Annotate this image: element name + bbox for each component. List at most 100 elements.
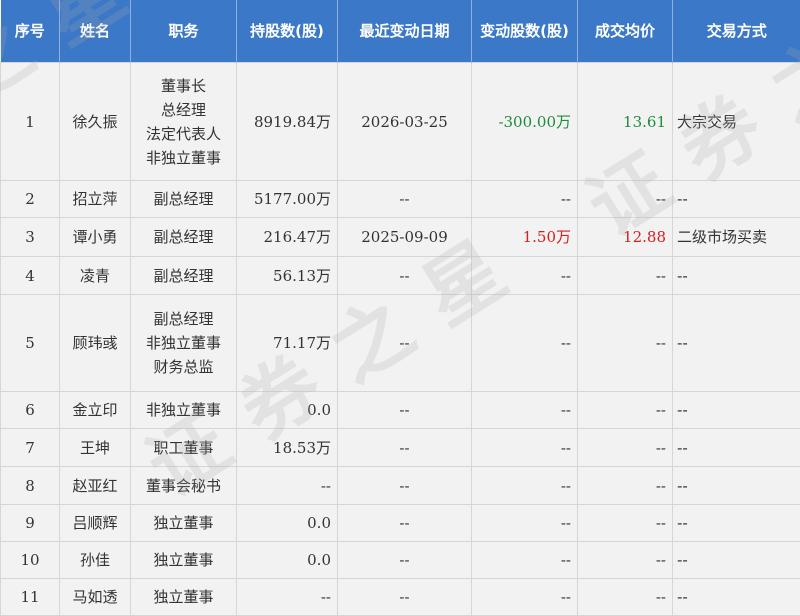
cell-method: -- — [673, 542, 800, 579]
table-row: 8赵亚红董事会秘书---------- — [1, 467, 800, 505]
cell-method: -- — [673, 467, 800, 505]
cell-seq: 8 — [1, 467, 60, 505]
cell-change-date: 2026-03-25 — [338, 63, 472, 181]
position-line: 非独立董事 — [135, 398, 232, 422]
table-row: 7王坤职工董事18.53万-------- — [1, 429, 800, 467]
cell-change-shares: -- — [472, 257, 578, 295]
table-header-row: 序号 姓名 职务 持股数(股) 最近变动日期 变动股数(股) 成交均价 交易方式 — [1, 0, 800, 63]
cell-seq: 11 — [1, 579, 60, 616]
cell-method: -- — [673, 257, 800, 295]
cell-name: 金立印 — [60, 392, 131, 429]
cell-method: -- — [673, 295, 800, 392]
cell-avg-price: -- — [578, 257, 673, 295]
cell-change-shares: -- — [472, 295, 578, 392]
cell-position: 独立董事 — [131, 505, 237, 542]
cell-avg-price: -- — [578, 295, 673, 392]
cell-change-date: 2025-09-09 — [338, 218, 472, 257]
cell-seq: 7 — [1, 429, 60, 467]
position-line: 副总经理 — [135, 264, 232, 288]
position-line: 独立董事 — [135, 585, 232, 609]
cell-position: 副总经理 — [131, 257, 237, 295]
cell-change-date: -- — [338, 542, 472, 579]
cell-change-date: -- — [338, 429, 472, 467]
cell-seq: 5 — [1, 295, 60, 392]
cell-change-shares: -- — [472, 467, 578, 505]
position-line: 董事会秘书 — [135, 474, 232, 498]
position-line: 副总经理 — [135, 225, 232, 249]
cell-method: 二级市场买卖 — [673, 218, 800, 257]
cell-position: 副总经理 — [131, 218, 237, 257]
table-row: 1徐久振董事长总经理法定代表人非独立董事8919.84万2026-03-25-3… — [1, 63, 800, 181]
header-change-date: 最近变动日期 — [338, 0, 472, 63]
cell-change-shares: -300.00万 — [472, 63, 578, 181]
table-row: 2招立萍副总经理5177.00万-------- — [1, 181, 800, 218]
header-avg-price: 成交均价 — [578, 0, 673, 63]
position-line: 独立董事 — [135, 548, 232, 572]
cell-position: 董事长总经理法定代表人非独立董事 — [131, 63, 237, 181]
position-line: 非独立董事 — [135, 331, 232, 355]
cell-change-shares: 1.50万 — [472, 218, 578, 257]
cell-name: 马如透 — [60, 579, 131, 616]
cell-avg-price: -- — [578, 392, 673, 429]
cell-avg-price: -- — [578, 542, 673, 579]
cell-change-date: -- — [338, 181, 472, 218]
cell-holding: 216.47万 — [237, 218, 338, 257]
cell-seq: 10 — [1, 542, 60, 579]
table-row: 10孙佳独立董事0.0-------- — [1, 542, 800, 579]
cell-change-date: -- — [338, 392, 472, 429]
cell-change-shares: -- — [472, 579, 578, 616]
cell-position: 董事会秘书 — [131, 467, 237, 505]
cell-position: 职工董事 — [131, 429, 237, 467]
cell-name: 赵亚红 — [60, 467, 131, 505]
position-line: 非独立董事 — [135, 146, 232, 170]
cell-change-date: -- — [338, 295, 472, 392]
cell-method: -- — [673, 579, 800, 616]
header-name: 姓名 — [60, 0, 131, 63]
cell-seq: 6 — [1, 392, 60, 429]
cell-method: -- — [673, 505, 800, 542]
cell-method: -- — [673, 429, 800, 467]
cell-avg-price: 12.88 — [578, 218, 673, 257]
cell-avg-price: -- — [578, 505, 673, 542]
position-line: 副总经理 — [135, 187, 232, 211]
cell-holding: 56.13万 — [237, 257, 338, 295]
table-row: 11马如透独立董事---------- — [1, 579, 800, 616]
table-row: 6金立印非独立董事0.0-------- — [1, 392, 800, 429]
header-seq: 序号 — [1, 0, 60, 63]
cell-holding: 71.17万 — [237, 295, 338, 392]
cell-seq: 2 — [1, 181, 60, 218]
cell-name: 招立萍 — [60, 181, 131, 218]
cell-change-shares: -- — [472, 181, 578, 218]
cell-holding: 0.0 — [237, 542, 338, 579]
cell-change-shares: -- — [472, 429, 578, 467]
cell-method: -- — [673, 181, 800, 218]
cell-avg-price: -- — [578, 579, 673, 616]
position-line: 财务总监 — [135, 355, 232, 379]
cell-holding: 0.0 — [237, 392, 338, 429]
cell-seq: 3 — [1, 218, 60, 257]
cell-change-date: -- — [338, 579, 472, 616]
cell-holding: 18.53万 — [237, 429, 338, 467]
cell-seq: 4 — [1, 257, 60, 295]
cell-holding: -- — [237, 467, 338, 505]
cell-avg-price: -- — [578, 467, 673, 505]
table-body: 1徐久振董事长总经理法定代表人非独立董事8919.84万2026-03-25-3… — [1, 63, 800, 616]
cell-method: -- — [673, 392, 800, 429]
cell-position: 独立董事 — [131, 579, 237, 616]
table-row: 4凌青副总经理56.13万-------- — [1, 257, 800, 295]
cell-change-shares: -- — [472, 505, 578, 542]
header-method: 交易方式 — [673, 0, 800, 63]
cell-change-date: -- — [338, 505, 472, 542]
cell-position: 独立董事 — [131, 542, 237, 579]
cell-name: 吕顺辉 — [60, 505, 131, 542]
cell-holding: -- — [237, 579, 338, 616]
cell-avg-price: -- — [578, 429, 673, 467]
header-holding: 持股数(股) — [237, 0, 338, 63]
position-line: 副总经理 — [135, 307, 232, 331]
cell-name: 谭小勇 — [60, 218, 131, 257]
position-line: 独立董事 — [135, 511, 232, 535]
cell-name: 顾玮彧 — [60, 295, 131, 392]
cell-name: 孙佳 — [60, 542, 131, 579]
cell-seq: 9 — [1, 505, 60, 542]
header-change-shares: 变动股数(股) — [472, 0, 578, 63]
